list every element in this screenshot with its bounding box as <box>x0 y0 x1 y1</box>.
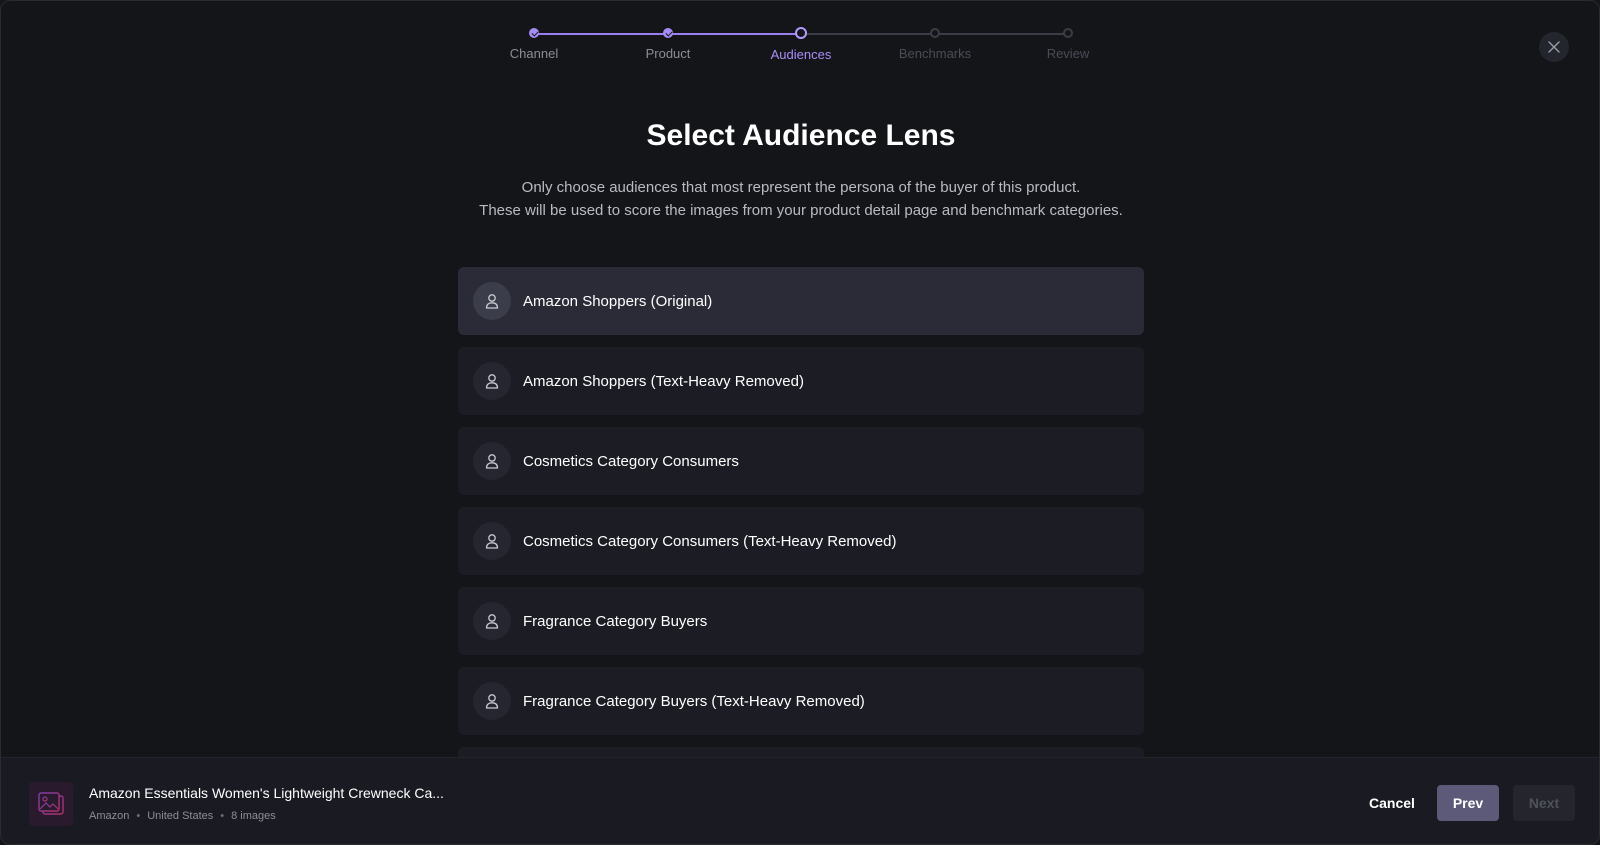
step-label: Review <box>1046 46 1090 61</box>
footer-bar: Amazon Essentials Women's Lightweight Cr… <box>1 757 1599 844</box>
avatar <box>473 682 511 720</box>
step-pending-icon <box>1063 28 1073 38</box>
product-image-count: 8 images <box>231 810 276 822</box>
avatar <box>473 442 511 480</box>
step-review: Review <box>1008 27 1128 61</box>
step-label: Audiences <box>770 47 832 62</box>
audience-list: Amazon Shoppers (Original) Amazon Shoppe… <box>458 267 1144 757</box>
avatar <box>473 602 511 640</box>
progress-stepper: Channel Product Audiences Benchmarks Rev… <box>510 27 1089 67</box>
user-icon <box>485 534 499 549</box>
audience-option-fragrance-category-buyers[interactable]: Fragrance Category Buyers <box>458 587 1144 655</box>
next-button[interactable]: Next <box>1513 785 1575 821</box>
page-subtitle: Only choose audiences that most represen… <box>1 176 1599 222</box>
avatar <box>473 282 511 320</box>
user-icon <box>485 694 499 709</box>
step-audiences[interactable]: Audiences <box>741 27 861 62</box>
product-name: Amazon Essentials Women's Lightweight Cr… <box>89 785 444 801</box>
wizard-modal: Channel Product Audiences Benchmarks Rev… <box>0 0 1600 845</box>
subtitle-line: These will be used to score the images f… <box>479 202 1123 219</box>
step-product[interactable]: Product <box>608 27 728 61</box>
step-label: Channel <box>509 46 559 61</box>
separator-dot: • <box>136 810 141 822</box>
step-complete-icon <box>529 28 539 38</box>
product-country: United States <box>147 810 214 822</box>
audience-label: Cosmetics Category Consumers <box>523 452 739 470</box>
audience-label: Amazon Shoppers (Original) <box>523 292 713 310</box>
page-title: Select Audience Lens <box>646 119 956 152</box>
avatar <box>473 522 511 560</box>
audience-option-partial[interactable] <box>458 747 1144 757</box>
cancel-button[interactable]: Cancel <box>1361 785 1423 821</box>
product-channel: Amazon <box>89 810 130 822</box>
step-channel[interactable]: Channel <box>474 27 594 61</box>
audience-label: Cosmetics Category Consumers (Text-Heavy… <box>523 532 897 550</box>
product-meta: Amazon • United States • 8 images <box>89 810 276 822</box>
user-icon <box>485 614 499 629</box>
audience-label: Fragrance Category Buyers (Text-Heavy Re… <box>523 692 865 710</box>
subtitle-line: Only choose audiences that most represen… <box>521 179 1081 196</box>
step-current-icon <box>795 27 807 39</box>
audience-option-fragrance-category-buyers-text-heavy-removed[interactable]: Fragrance Category Buyers (Text-Heavy Re… <box>458 667 1144 735</box>
prev-button[interactable]: Prev <box>1437 785 1499 821</box>
separator-dot: • <box>220 810 225 822</box>
step-complete-icon <box>663 28 673 38</box>
image-placeholder-icon <box>38 792 64 815</box>
step-benchmarks: Benchmarks <box>875 27 995 61</box>
audience-option-amazon-shoppers-text-heavy-removed[interactable]: Amazon Shoppers (Text-Heavy Removed) <box>458 347 1144 415</box>
step-label: Benchmarks <box>898 46 972 61</box>
audience-option-cosmetics-category-consumers[interactable]: Cosmetics Category Consumers <box>458 427 1144 495</box>
user-icon <box>485 454 499 469</box>
user-icon <box>485 294 499 309</box>
close-button[interactable] <box>1539 32 1569 62</box>
step-label: Product <box>645 46 691 61</box>
audience-option-amazon-shoppers-original[interactable]: Amazon Shoppers (Original) <box>458 267 1144 335</box>
audience-label: Fragrance Category Buyers <box>523 612 708 630</box>
audience-label: Amazon Shoppers (Text-Heavy Removed) <box>523 372 804 390</box>
close-icon <box>1548 41 1560 53</box>
avatar <box>473 362 511 400</box>
user-icon <box>485 374 499 389</box>
audience-option-cosmetics-category-consumers-text-heavy-removed[interactable]: Cosmetics Category Consumers (Text-Heavy… <box>458 507 1144 575</box>
product-thumbnail <box>29 782 73 826</box>
step-pending-icon <box>930 28 940 38</box>
